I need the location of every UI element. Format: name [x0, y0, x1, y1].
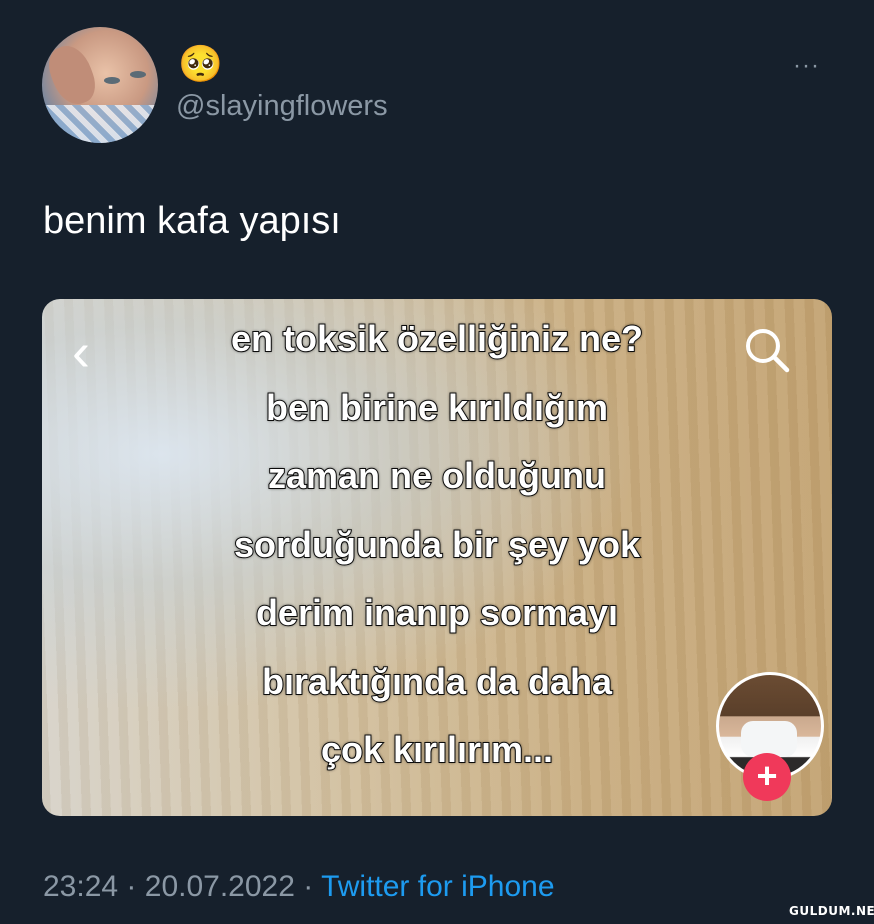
meta-separator: ·	[126, 870, 137, 903]
caption-line: zaman ne olduğunu	[267, 454, 607, 497]
watermark: GULDUM.NET	[789, 904, 874, 918]
user-avatar[interactable]	[42, 27, 158, 143]
tweet-time: 23:24	[43, 870, 119, 903]
caption-line: bıraktığında da daha	[261, 660, 613, 703]
tweet-source-link[interactable]: Twitter for iPhone	[321, 870, 554, 903]
follow-button[interactable]: +	[743, 753, 791, 801]
meta-separator: ·	[303, 870, 314, 903]
more-options-icon[interactable]: ···	[793, 52, 820, 80]
tweet-meta: 23:24 · 20.07.2022 · Twitter for iPhone	[43, 870, 555, 904]
tweet-date: 20.07.2022	[144, 870, 295, 903]
caption-line: en toksik özelliğiniz ne?	[230, 317, 644, 360]
display-name[interactable]: 🥺	[178, 44, 223, 84]
tweet-text: benim kafa yapısı	[43, 200, 341, 242]
caption-line: derim inanıp sormayı	[255, 591, 619, 634]
caption-line: çok kırılırım...	[320, 728, 554, 771]
tweet-media[interactable]: ‹ en toksik özelliğiniz ne? ben birine k…	[42, 299, 832, 816]
video-caption: en toksik özelliğiniz ne? ben birine kır…	[42, 305, 832, 785]
caption-line: sorduğunda bir şey yok	[233, 523, 641, 566]
caption-line: ben birine kırıldığım	[265, 386, 609, 429]
user-handle[interactable]: @slayingflowers	[176, 90, 388, 123]
